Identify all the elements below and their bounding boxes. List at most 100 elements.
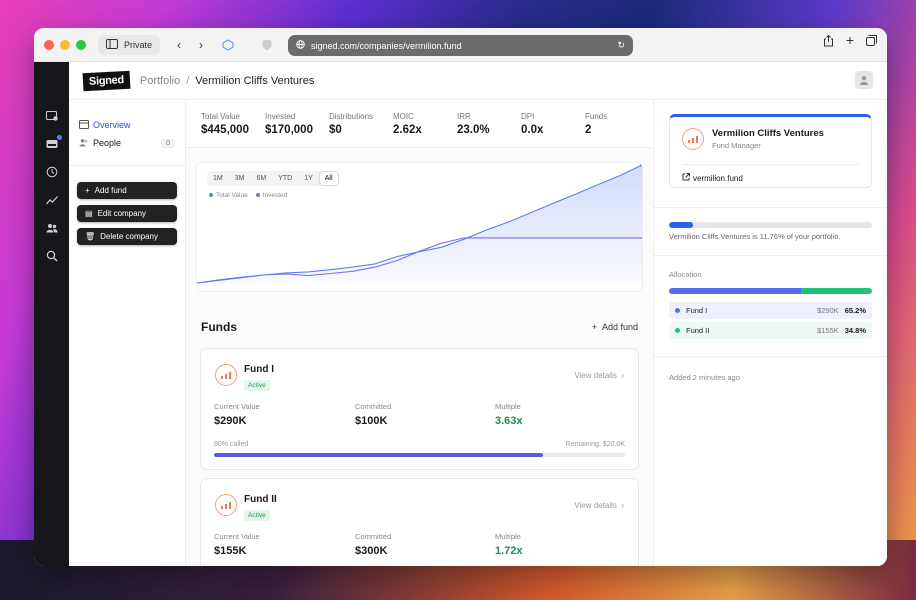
company-card-header: Vermilion Cliffs Ventures Fund Manager (682, 128, 859, 150)
search-nav-icon[interactable] (45, 249, 59, 263)
analytics-nav-icon[interactable] (45, 193, 59, 207)
sidebar-toggle-icon (106, 38, 118, 51)
metric-label: Committed (355, 532, 392, 541)
browser-window: Private ‹ › signed.com/companies/vermili… (34, 28, 887, 566)
signed-logo[interactable]: Signed (82, 70, 131, 91)
close-window-button[interactable] (44, 39, 54, 50)
fund-name: Fund II (244, 494, 277, 505)
stat-dpi: DPI 0.0x (521, 112, 585, 147)
fund-committed: Committed $300K (355, 532, 391, 557)
stat-funds: Funds 2 (585, 112, 649, 147)
stat-total-value: Total Value $445,000 (201, 112, 265, 147)
overview-icon (79, 119, 89, 131)
allocation-fund-name: Fund I (686, 306, 708, 315)
companies-nav-icon[interactable] (45, 109, 59, 123)
history-nav-icon[interactable] (45, 165, 59, 179)
allocation-row[interactable]: Fund II $155K 34.8% (669, 322, 872, 339)
globe-icon (296, 40, 305, 51)
extension-icon[interactable] (222, 35, 234, 55)
allocation-fund-name: Fund II (686, 326, 710, 335)
metric-label: Current Value (214, 402, 260, 411)
zoom-window-button[interactable] (76, 39, 86, 50)
fund-name: Fund I (244, 364, 274, 375)
breadcrumb-portfolio[interactable]: Portfolio (140, 75, 180, 87)
plus-icon: + (85, 186, 90, 195)
breadcrumb-separator: / (186, 74, 190, 87)
fund-card[interactable]: Fund II Active View details › Current Va… (200, 478, 639, 566)
company-website-link[interactable]: vermilion.fund (682, 164, 859, 183)
share-icon[interactable] (823, 34, 834, 49)
nav-people[interactable]: People 0 (79, 134, 185, 152)
legend-dot (255, 193, 260, 197)
company-nav: Overview People 0 (69, 100, 185, 166)
nav-overview-label: Overview (93, 120, 131, 130)
stat-value: 23.0% (457, 124, 490, 136)
metric-value: 1.72x (495, 545, 523, 557)
metric-value: 3.63x (495, 415, 523, 427)
delete-company-button[interactable]: 🗑 Delete company (77, 228, 177, 245)
private-label: Private (124, 39, 153, 50)
stat-label: Invested (265, 112, 296, 121)
metric-value: $100K (355, 415, 388, 427)
company-name: Vermilion Cliffs Ventures (712, 128, 824, 139)
stat-invested: Invested $170,000 (265, 112, 329, 147)
chevron-right-icon: › (621, 501, 624, 510)
user-avatar[interactable] (855, 71, 873, 89)
tab-overview-icon[interactable] (866, 35, 877, 49)
fund-card[interactable]: Fund I Active View details › Current Val… (200, 348, 639, 470)
fund-chart-icon (215, 494, 237, 516)
range-1m[interactable]: 1M (208, 172, 228, 185)
inbox-nav-icon[interactable] (45, 135, 62, 151)
people-nav-icon[interactable] (45, 221, 59, 235)
allocation-dot (675, 308, 680, 313)
shield-icon[interactable] (262, 35, 272, 55)
allocation-amount: $290K (817, 306, 839, 315)
view-details-label: View details (574, 371, 617, 380)
people-icon (79, 138, 89, 149)
edit-company-label: Edit company (97, 209, 147, 218)
new-tab-icon[interactable]: + (846, 33, 854, 49)
browser-toolbar-right: + (823, 33, 877, 49)
range-all[interactable]: All (319, 172, 338, 185)
metric-value: $300K (355, 545, 388, 557)
add-fund-link[interactable]: + Add fund (592, 322, 638, 332)
metric-label: Current Value (214, 532, 260, 541)
stat-label: IRR (457, 112, 471, 121)
range-6m[interactable]: 6M (251, 172, 271, 185)
range-1y[interactable]: 1Y (299, 172, 318, 185)
back-button[interactable]: ‹ (172, 35, 186, 55)
private-tab-button[interactable]: Private (98, 34, 161, 55)
app-icon-sidebar (34, 62, 69, 566)
add-fund-button[interactable]: + Add fund (77, 182, 177, 199)
breadcrumb-current: Vermilion Cliffs Ventures (195, 74, 315, 87)
allocation-percent: 65.2% (844, 306, 866, 315)
edit-company-button[interactable]: ▤ Edit company (77, 205, 177, 222)
portfolio-share-bar (669, 222, 872, 228)
nav-overview[interactable]: Overview (79, 116, 185, 134)
minimize-window-button[interactable] (60, 39, 70, 50)
legend-dot (209, 193, 213, 197)
range-3m[interactable]: 3M (230, 172, 250, 185)
company-left-panel: Overview People 0 + Add fund ▤ Edit comp… (69, 100, 186, 566)
company-logo-icon (682, 128, 704, 150)
fund-committed: Committed $100K (355, 402, 391, 427)
url-bar[interactable]: signed.com/companies/vermilion.fund ↻ (288, 35, 633, 56)
allocation-row[interactable]: Fund I $290K 65.2% (669, 302, 872, 319)
stat-value: $0 (329, 124, 342, 136)
view-details-link[interactable]: View details › (574, 501, 624, 510)
metric-label: Multiple (495, 402, 521, 411)
add-fund-link-label: Add fund (601, 322, 638, 332)
allocation-amount: $155K (817, 326, 839, 335)
fund-current-value: Current Value $290K (214, 402, 260, 427)
stat-value: $170,000 (265, 124, 313, 136)
stat-irr: IRR 23.0% (457, 112, 521, 147)
allocation-segment (801, 288, 872, 294)
reload-icon[interactable]: ↻ (617, 40, 625, 51)
metric-label: Committed (355, 402, 392, 411)
fund-status-badge: Active (244, 510, 270, 521)
range-ytd[interactable]: YTD (273, 172, 297, 185)
forward-button[interactable]: › (194, 35, 208, 55)
view-details-link[interactable]: View details › (574, 371, 624, 380)
allocation-segment (669, 288, 802, 294)
added-timestamp: Added 2 minutes ago (654, 356, 887, 398)
